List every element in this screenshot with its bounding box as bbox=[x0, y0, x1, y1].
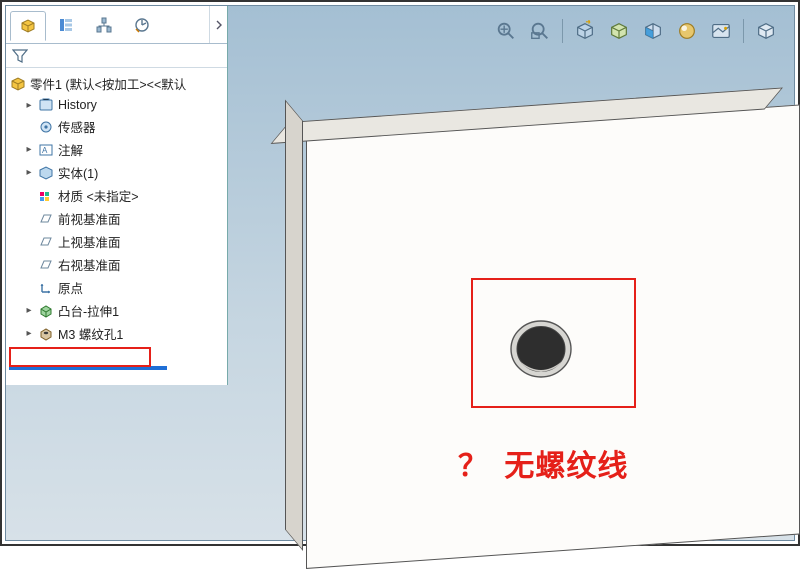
annotation-icon: A bbox=[38, 142, 54, 158]
tabs-overflow-button[interactable] bbox=[209, 6, 227, 43]
box-view-button[interactable] bbox=[752, 17, 780, 45]
tree-item-annotations[interactable]: ▸ A 注解 bbox=[22, 139, 225, 160]
zoom-fit-button[interactable] bbox=[492, 17, 520, 45]
chevron-right-icon: ▸ bbox=[24, 305, 34, 316]
chevron-right-icon: ▸ bbox=[24, 144, 34, 155]
annotation-question-mark: ？ bbox=[458, 450, 489, 483]
material-icon bbox=[38, 188, 54, 204]
hole-wizard-icon bbox=[38, 326, 54, 342]
annotation-highlight-hole bbox=[471, 278, 636, 408]
tree-item-solid-bodies[interactable]: ▸ 实体(1) bbox=[22, 162, 225, 183]
part-icon bbox=[10, 76, 26, 92]
section-view-button[interactable] bbox=[639, 17, 667, 45]
tree-item-label: 上视基准面 bbox=[58, 232, 121, 251]
chevron-right-icon: ▸ bbox=[24, 328, 34, 339]
plane-icon bbox=[38, 211, 54, 227]
view-orientation-button[interactable] bbox=[571, 17, 599, 45]
extrude-icon bbox=[38, 303, 54, 319]
tree-item-front-plane[interactable]: 前视基准面 bbox=[22, 208, 225, 229]
tree-item-label: 原点 bbox=[58, 278, 83, 297]
model-left-face[interactable] bbox=[285, 100, 303, 551]
tree-item-material[interactable]: 材质 <未指定> bbox=[22, 185, 225, 206]
tree-item-label: History bbox=[58, 98, 97, 112]
view-toolbar bbox=[492, 14, 780, 48]
annotation-label: 无螺纹线 bbox=[504, 450, 628, 483]
tree-root-label: 零件1 (默认<按加工><<默认 bbox=[30, 74, 186, 93]
plane-icon bbox=[38, 234, 54, 250]
plane-icon bbox=[38, 257, 54, 273]
annotation-text: ？ 无螺纹线 bbox=[458, 441, 628, 485]
tree-item-boss-extrude[interactable]: ▸ 凸台-拉伸1 bbox=[22, 300, 225, 321]
tree-item-label: 传感器 bbox=[58, 117, 96, 136]
svg-text:A: A bbox=[42, 146, 48, 155]
dim-manager-tab[interactable] bbox=[124, 10, 160, 40]
tree-item-right-plane[interactable]: 右视基准面 bbox=[22, 254, 225, 275]
tree-item-history[interactable]: ▸ History bbox=[22, 96, 225, 114]
tree-filter-bar[interactable] bbox=[6, 44, 227, 68]
tree-item-thread-hole[interactable]: ▸ M3 螺纹孔1 bbox=[22, 323, 225, 344]
feature-manager-panel: 零件1 (默认<按加工><<默认 ▸ History 传感器 ▸ A 注解 bbox=[6, 6, 228, 385]
tree-item-sensors[interactable]: 传感器 bbox=[22, 116, 225, 137]
tree-item-label: 凸台-拉伸1 bbox=[58, 301, 119, 320]
tree-item-label: 材质 <未指定> bbox=[58, 186, 139, 205]
zoom-window-button[interactable] bbox=[526, 17, 554, 45]
feature-tree: 零件1 (默认<按加工><<默认 ▸ History 传感器 ▸ A 注解 bbox=[6, 68, 227, 347]
funnel-icon bbox=[12, 48, 28, 64]
tree-item-label: 实体(1) bbox=[58, 163, 98, 182]
origin-icon bbox=[38, 280, 54, 296]
display-style-button[interactable] bbox=[605, 17, 633, 45]
tree-root[interactable]: 零件1 (默认<按加工><<默认 bbox=[8, 72, 225, 95]
history-icon bbox=[38, 97, 54, 113]
tree-item-top-plane[interactable]: 上视基准面 bbox=[22, 231, 225, 252]
feature-manager-tab[interactable] bbox=[10, 11, 46, 41]
tree-item-origin[interactable]: 原点 bbox=[22, 277, 225, 298]
annotation-highlight-tree bbox=[9, 347, 151, 367]
solid-body-icon bbox=[38, 165, 54, 181]
scene-button[interactable] bbox=[707, 17, 735, 45]
panel-tabs bbox=[6, 6, 227, 44]
tree-item-label: 注解 bbox=[58, 140, 83, 159]
property-manager-tab[interactable] bbox=[48, 10, 84, 40]
appearance-button[interactable] bbox=[673, 17, 701, 45]
config-manager-tab[interactable] bbox=[86, 10, 122, 40]
tree-item-label: 前视基准面 bbox=[58, 209, 121, 228]
tree-item-label: 右视基准面 bbox=[58, 255, 121, 274]
chevron-right-icon: ▸ bbox=[24, 167, 34, 178]
tree-item-label: M3 螺纹孔1 bbox=[58, 324, 123, 343]
sensor-icon bbox=[38, 119, 54, 135]
chevron-right-icon: ▸ bbox=[24, 100, 34, 111]
